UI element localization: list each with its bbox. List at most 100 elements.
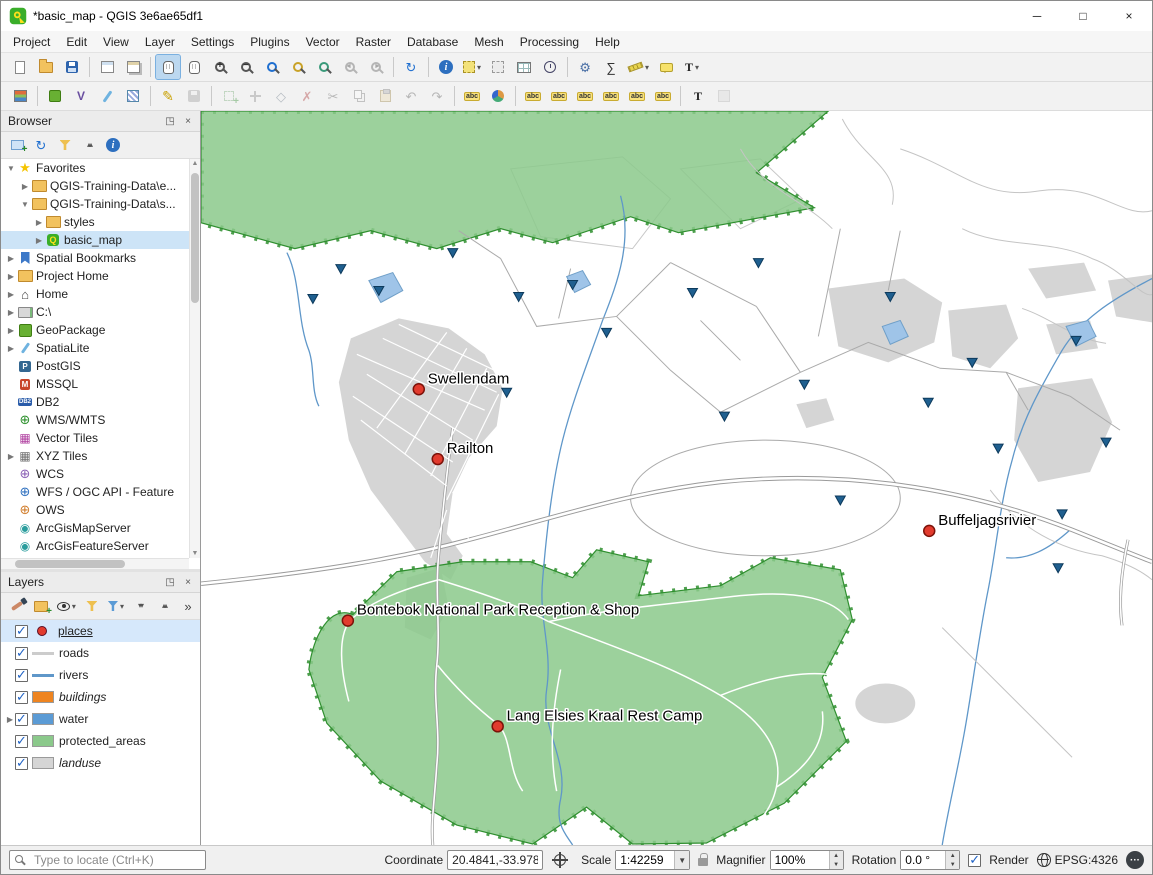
browser-item-wms-wmts[interactable]: WMS/WMTS xyxy=(1,411,189,429)
scroll-thumb[interactable] xyxy=(15,560,125,568)
zoom-full-button[interactable] xyxy=(260,55,284,79)
menu-project[interactable]: Project xyxy=(5,32,58,52)
paste-features-button[interactable] xyxy=(373,84,397,108)
browser-item-xyz-tiles[interactable]: ▶XYZ Tiles xyxy=(1,447,189,465)
filter-browser-button[interactable] xyxy=(54,134,76,156)
move-feature-button[interactable] xyxy=(243,84,267,108)
menu-vector[interactable]: Vector xyxy=(298,32,348,52)
menu-raster[interactable]: Raster xyxy=(348,32,399,52)
scroll-up-icon[interactable]: ▲ xyxy=(190,160,200,167)
map-canvas[interactable]: SwellendamRailtonBuffeljagsrivierBontebo… xyxy=(201,111,1152,845)
layer-checkbox[interactable] xyxy=(15,625,28,638)
layer-checkbox[interactable] xyxy=(15,713,28,726)
browser-vscrollbar[interactable]: ▲ ▼ xyxy=(189,159,200,558)
expander-icon[interactable]: ▶ xyxy=(5,254,17,263)
new-geopackage-layer-button[interactable] xyxy=(43,84,67,108)
expander-icon[interactable]: ▶ xyxy=(5,308,17,317)
show-layout-manager-button[interactable] xyxy=(121,55,145,79)
decoration-placeholder-button[interactable] xyxy=(712,84,736,108)
zoom-to-selection-button[interactable] xyxy=(286,55,310,79)
coordinate-input[interactable] xyxy=(447,850,543,870)
toggle-extents-button[interactable] xyxy=(548,848,572,872)
spin-down-icon[interactable]: ▼ xyxy=(830,860,843,869)
pin-unpin-labels-button[interactable] xyxy=(547,84,571,108)
rotate-label-button[interactable] xyxy=(625,84,649,108)
float-panel-button[interactable]: ◳ xyxy=(162,574,178,590)
maximize-button[interactable]: □ xyxy=(1060,1,1106,31)
text-annotation-button[interactable]: ▾ xyxy=(680,55,704,79)
new-project-button[interactable] xyxy=(8,55,32,79)
add-group-button[interactable] xyxy=(30,595,52,617)
menu-view[interactable]: View xyxy=(95,32,137,52)
browser-item-postgis[interactable]: PostGIS xyxy=(1,357,189,375)
new-spatialite-layer-button[interactable] xyxy=(95,84,119,108)
spin-down-icon[interactable]: ▼ xyxy=(946,860,959,869)
layer-item-places[interactable]: places xyxy=(1,620,200,642)
spin-up-icon[interactable]: ▲ xyxy=(830,851,843,860)
zoom-last-button[interactable] xyxy=(338,55,362,79)
spinner[interactable]: ▲▼ xyxy=(829,851,843,869)
expander-icon[interactable]: ▶ xyxy=(5,344,17,353)
filter-by-expression-button[interactable]: ▾ xyxy=(105,595,127,617)
layer-diagram-button[interactable] xyxy=(486,84,510,108)
layer-checkbox[interactable] xyxy=(15,647,28,660)
browser-item-mssql[interactable]: MSSQL xyxy=(1,375,189,393)
new-shapefile-layer-button[interactable] xyxy=(69,84,93,108)
browser-properties-button[interactable] xyxy=(102,134,124,156)
menu-mesh[interactable]: Mesh xyxy=(466,32,511,52)
add-selected-layers-button[interactable] xyxy=(6,134,28,156)
change-label-button[interactable] xyxy=(651,84,675,108)
browser-item-spatial-bookmarks[interactable]: ▶Spatial Bookmarks xyxy=(1,249,189,267)
zoom-out-button[interactable] xyxy=(234,55,258,79)
expander-icon[interactable]: ▶ xyxy=(5,326,17,335)
zoom-next-button[interactable] xyxy=(364,55,388,79)
pan-map-to-selection-button[interactable] xyxy=(182,55,206,79)
browser-item-arcgisfeatureserver[interactable]: ArcGisFeatureServer xyxy=(1,537,189,555)
browser-item-qgis-training-data-s[interactable]: ▼QGIS-Training-Data\s... xyxy=(1,195,189,213)
rotation-input[interactable] xyxy=(901,851,945,869)
browser-item-arcgismapserver[interactable]: ArcGisMapServer xyxy=(1,519,189,537)
scroll-thumb[interactable] xyxy=(191,173,199,303)
layer-item-rivers[interactable]: rivers xyxy=(1,664,200,686)
browser-item-qgis-training-data-e[interactable]: ▶QGIS-Training-Data\e... xyxy=(1,177,189,195)
layer-item-buildings[interactable]: buildings xyxy=(1,686,200,708)
close-panel-button[interactable]: × xyxy=(180,113,196,129)
show-hide-labels-button[interactable] xyxy=(573,84,597,108)
menu-processing[interactable]: Processing xyxy=(512,32,587,52)
expander-icon[interactable]: ▼ xyxy=(5,164,17,173)
expander-icon[interactable]: ▶ xyxy=(33,236,45,245)
expander-icon[interactable]: ▶ xyxy=(5,715,15,724)
refresh-browser-button[interactable]: ↻ xyxy=(30,134,52,156)
copy-features-button[interactable] xyxy=(347,84,371,108)
browser-item-favorites[interactable]: ▼Favorites xyxy=(1,159,189,177)
browser-item-project-home[interactable]: ▶Project Home xyxy=(1,267,189,285)
float-panel-button[interactable]: ◳ xyxy=(162,113,178,129)
map-tips-button[interactable] xyxy=(654,55,678,79)
messages-button[interactable]: ··· xyxy=(1126,851,1144,869)
zoom-to-layer-button[interactable] xyxy=(312,55,336,79)
expander-icon[interactable]: ▶ xyxy=(33,218,45,227)
layer-checkbox[interactable] xyxy=(15,669,28,682)
save-layer-edits-button[interactable] xyxy=(182,84,206,108)
open-layer-styling-button[interactable] xyxy=(6,595,28,617)
lock-scale-icon[interactable] xyxy=(698,858,708,866)
menu-edit[interactable]: Edit xyxy=(58,32,95,52)
pan-map-button[interactable] xyxy=(156,55,180,79)
layer-item-protected-areas[interactable]: protected_areas xyxy=(1,730,200,752)
menu-plugins[interactable]: Plugins xyxy=(242,32,297,52)
browser-item-home[interactable]: ▶Home xyxy=(1,285,189,303)
browser-item-basic-map[interactable]: ▶basic_map xyxy=(1,231,189,249)
toggle-editing-button[interactable] xyxy=(156,84,180,108)
annotation-toolbar-button[interactable] xyxy=(686,84,710,108)
menu-database[interactable]: Database xyxy=(399,32,466,52)
measure-line-button[interactable]: ▾ xyxy=(625,55,652,79)
browser-item-geopackage[interactable]: ▶GeoPackage xyxy=(1,321,189,339)
browser-item-ows[interactable]: OWS xyxy=(1,501,189,519)
scale-combo[interactable]: ▼ xyxy=(615,850,690,870)
expander-icon[interactable]: ▶ xyxy=(5,290,17,299)
close-button[interactable]: × xyxy=(1106,1,1152,31)
deselect-features-button[interactable] xyxy=(486,55,510,79)
add-feature-button[interactable] xyxy=(217,84,241,108)
open-project-button[interactable] xyxy=(34,55,58,79)
layer-checkbox[interactable] xyxy=(15,757,28,770)
